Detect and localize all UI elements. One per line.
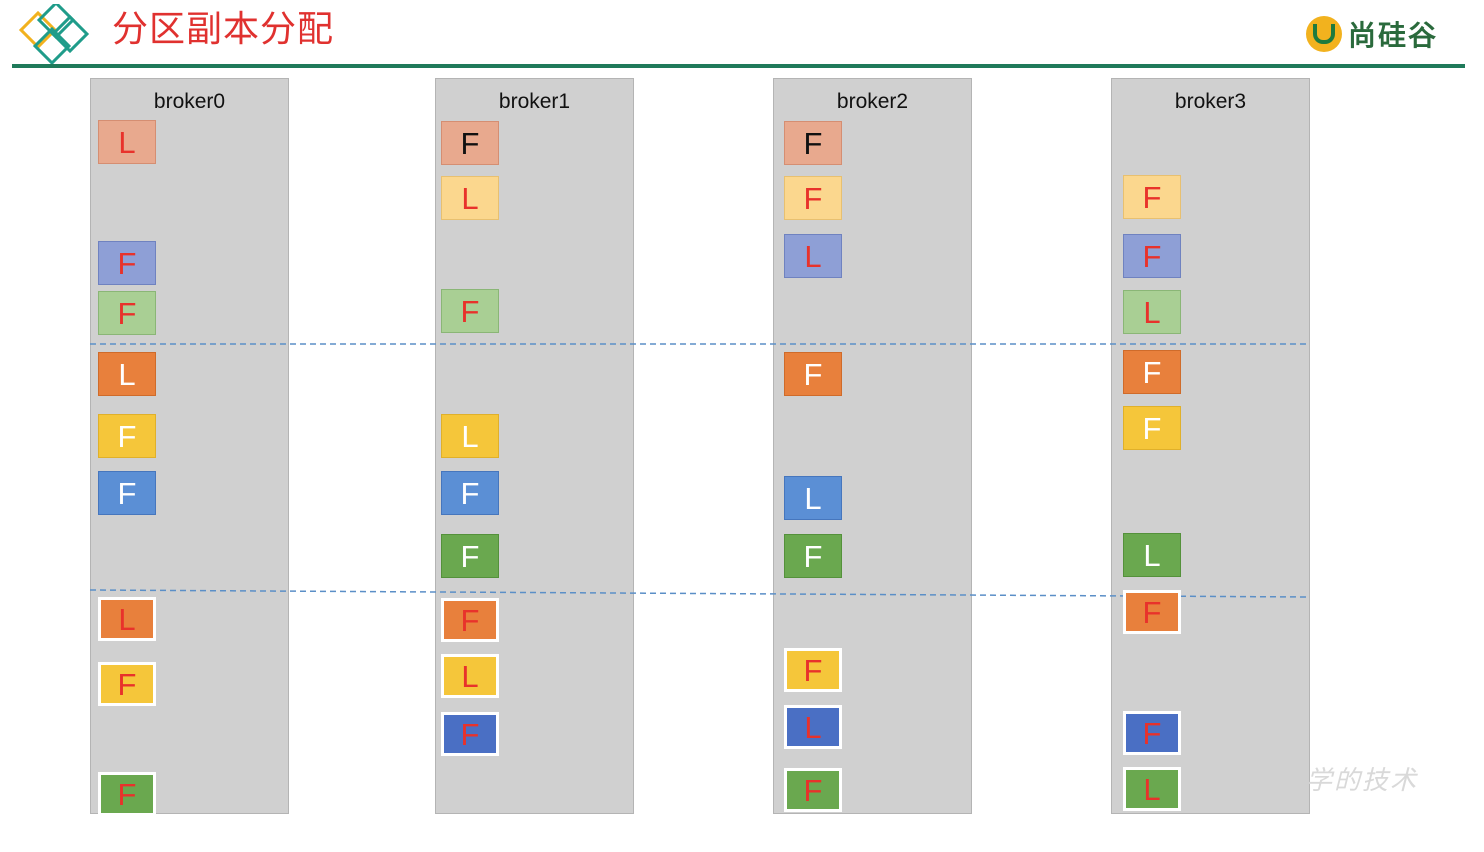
replica-follower: F (784, 121, 842, 165)
replica-follower: F (441, 121, 499, 165)
watermark: 学的技术 (1306, 766, 1419, 796)
replica-leader: L (1123, 767, 1181, 811)
replica-follower: F (784, 176, 842, 220)
replica-leader: L (441, 414, 499, 458)
replica-leader: L (98, 597, 156, 641)
page-title: 分区副本分配 (112, 9, 335, 50)
replica-follower: F (98, 291, 156, 335)
replica-follower: F (1123, 234, 1181, 278)
broker-label: broker1 (498, 90, 571, 113)
brand: 尚硅谷 (1305, 14, 1438, 54)
replica-follower: F (441, 471, 499, 515)
replica-follower: F (784, 648, 842, 692)
replica-follower: F (441, 598, 499, 642)
broker-label: broker3 (1174, 90, 1247, 113)
replica-leader: L (441, 176, 499, 220)
replica-follower: F (784, 352, 842, 396)
replica-follower: F (1123, 590, 1181, 634)
replica-leader: L (1123, 290, 1181, 334)
replica-leader: L (441, 654, 499, 698)
broker-label: broker2 (836, 90, 909, 113)
diamond-logo-icon (18, 4, 90, 66)
replica-follower: F (441, 534, 499, 578)
replica-leader: L (98, 352, 156, 396)
replica-follower: F (98, 772, 156, 816)
replica-follower: F (1123, 711, 1181, 755)
replica-leader: L (784, 705, 842, 749)
replica-follower: F (441, 712, 499, 756)
replica-follower: F (784, 768, 842, 812)
broker-label: broker0 (153, 90, 226, 113)
replica-follower: F (441, 289, 499, 333)
replica-follower: F (98, 662, 156, 706)
replica-follower: F (98, 414, 156, 458)
replica-leader: L (98, 120, 156, 164)
header-divider (12, 64, 1465, 68)
u-logo-icon (1305, 16, 1342, 52)
replica-follower: F (1123, 406, 1181, 450)
replica-leader: L (784, 476, 842, 520)
replica-follower: F (98, 471, 156, 515)
replica-follower: F (784, 534, 842, 578)
brand-name: 尚硅谷 (1347, 19, 1438, 52)
replica-leader: L (784, 234, 842, 278)
replica-follower: F (98, 241, 156, 285)
replica-follower: F (1123, 350, 1181, 394)
replica-leader: L (1123, 533, 1181, 577)
replica-follower: F (1123, 175, 1181, 219)
